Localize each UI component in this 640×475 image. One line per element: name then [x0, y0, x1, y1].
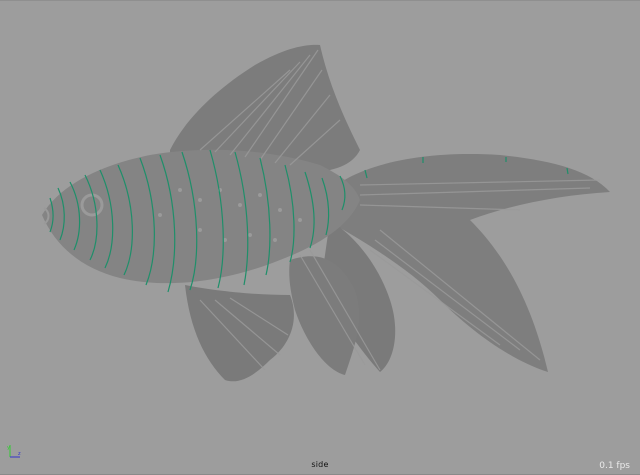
camera-name-label: side [311, 460, 329, 469]
image-plane-goldfish [42, 44, 610, 382]
svg-text:y: y [7, 445, 10, 451]
pelvic-fin [185, 285, 294, 382]
side-viewport[interactable]: y z side 0.1 fps [0, 0, 640, 475]
fps-readout: 0.1 fps [599, 461, 630, 471]
svg-text:z: z [18, 451, 21, 457]
